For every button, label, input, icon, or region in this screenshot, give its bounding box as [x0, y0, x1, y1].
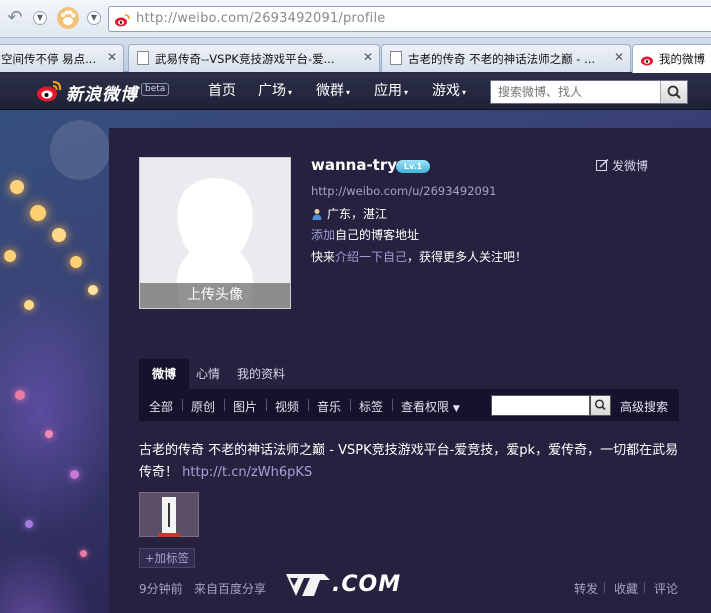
caret-down-icon: ▾: [346, 88, 351, 97]
dropdown-icon[interactable]: ▼: [87, 11, 101, 25]
tab-mood[interactable]: 心情: [189, 359, 227, 389]
post-link[interactable]: http://t.cn/zWh6pKS: [182, 465, 312, 480]
filter-original[interactable]: 原创: [191, 398, 215, 415]
add-tag-button[interactable]: +加标签: [139, 548, 195, 568]
favorite-link[interactable]: 收藏: [614, 580, 638, 597]
intro-post: ，获得更多人关注吧！: [407, 250, 528, 264]
avatar[interactable]: 上传头像: [139, 157, 291, 309]
post-weibo-label: 发微博: [612, 159, 649, 173]
browser-tab-2[interactable]: 武易传奇--VSPK竞技游戏平台-爱... ✕: [128, 44, 380, 72]
vspk-logo-icon: [286, 574, 330, 596]
post-content: 古老的传奇 不老的神话法师之巅 - VSPK竞技游戏平台-爱竞技，爱pk，爱传奇…: [139, 440, 681, 484]
beta-badge: beta: [141, 83, 170, 96]
url-text: http://weibo.com/2693492091/profile: [136, 11, 386, 26]
page-icon: [137, 51, 149, 65]
nav-square[interactable]: 广场 ▾: [258, 73, 292, 109]
upload-avatar-button[interactable]: 上传头像: [140, 283, 290, 308]
nav-home[interactable]: 首页: [208, 73, 236, 109]
caret-down-icon: ▾: [404, 88, 409, 97]
weibo-logo-text[interactable]: 新浪微博: [66, 80, 138, 105]
filter-tags[interactable]: 标签: [359, 398, 383, 415]
post-thumbnail[interactable]: [139, 492, 199, 537]
page-icon: [390, 51, 402, 65]
search-button[interactable]: [660, 81, 687, 103]
watermark-text: .COM: [332, 572, 402, 597]
tab-label: 武易传奇--VSPK竞技游戏平台-爱...: [155, 52, 335, 66]
back-icon[interactable]: ↶: [4, 8, 26, 30]
browser-tab-4[interactable]: 我的微博: [632, 44, 711, 73]
address-bar: ↶ ▼ ▼ http://weibo.com/2693492091/profil…: [0, 0, 711, 38]
filter-search-button[interactable]: [590, 395, 611, 416]
weibo-logo-icon[interactable]: [36, 79, 62, 103]
filter-music[interactable]: 音乐: [317, 398, 341, 415]
back-dropdown-icon[interactable]: ▼: [33, 11, 47, 25]
advanced-search-link[interactable]: 高级搜索: [620, 398, 668, 415]
nav-label: 首页: [208, 83, 236, 99]
search-input[interactable]: [491, 81, 661, 103]
tab-label: 空间传不停 易点...: [1, 52, 97, 66]
browser-tab-3[interactable]: 古老的传奇 不老的神话法师之巅 - ... ✕: [381, 44, 631, 72]
caret-down-icon: ▾: [288, 88, 293, 97]
tab-my-info[interactable]: 我的资料: [229, 359, 293, 389]
weibo-favicon-icon: [115, 14, 130, 27]
caret-down-icon: ▼: [452, 404, 460, 414]
search-icon: [594, 399, 606, 411]
filter-search-input[interactable]: [491, 395, 590, 416]
filter-permission-dropdown[interactable]: 查看权限 ▼: [401, 398, 460, 415]
intro-pre: 快来: [311, 250, 336, 264]
close-icon[interactable]: ✕: [614, 50, 624, 64]
tab-label: 我的微博: [659, 52, 705, 66]
filter-images[interactable]: 图片: [233, 398, 257, 415]
username: wanna-try: [311, 156, 398, 174]
weibo-favicon-icon: [641, 56, 653, 66]
profile-url-link[interactable]: http://weibo.com/u/2693492091: [311, 184, 496, 198]
nav-games[interactable]: 游戏 ▾: [432, 73, 466, 109]
nav-label: 广场: [258, 83, 286, 99]
tab-weibo[interactable]: 微博: [139, 359, 189, 389]
url-field[interactable]: http://weibo.com/2693492091/profile: [108, 6, 711, 32]
filter-all[interactable]: 全部: [149, 398, 173, 415]
blog-address-text: 自己的博客地址: [335, 228, 420, 242]
post-weibo-button[interactable]: 发微博: [596, 157, 648, 174]
filter-permission-label: 查看权限: [401, 400, 450, 414]
intro-prompt: 快来介绍一下自己，获得更多人关注吧！: [311, 248, 527, 265]
intro-link[interactable]: 介绍一下自己: [335, 250, 407, 264]
repost-link[interactable]: 转发: [574, 580, 598, 597]
add-blog-link[interactable]: 添加: [311, 228, 335, 242]
level-badge: Lv.1: [396, 160, 430, 173]
weibo-nav: 新浪微博 beta 首页 广场 ▾ 微群 ▾ 应用 ▾ 游戏 ▾: [0, 73, 711, 110]
filter-bar: 全部 原创 图片 视频 音乐 标签 查看权限 ▼ 高级搜索: [139, 389, 679, 421]
search-icon: [667, 85, 681, 99]
tab-bar: 空间传不停 易点... ✕ 武易传奇--VSPK竞技游戏平台-爱... ✕ 古老…: [0, 38, 711, 73]
nav-groups[interactable]: 微群 ▾: [316, 73, 350, 109]
location-text: 广东，湛江: [327, 207, 388, 221]
nav-label: 游戏: [432, 83, 460, 99]
nav-label: 微群: [316, 83, 344, 99]
comment-link[interactable]: 评论: [654, 580, 678, 597]
baidu-paw-icon[interactable]: [56, 6, 80, 30]
vspk-watermark-logo: .COM: [284, 570, 401, 600]
browser-tab-1[interactable]: 空间传不停 易点... ✕: [0, 44, 124, 72]
tab-label: 古老的传奇 不老的神话法师之巅 - ...: [408, 52, 596, 66]
nav-apps[interactable]: 应用 ▾: [374, 73, 408, 109]
nav-label: 应用: [374, 83, 402, 99]
blog-address: 添加自己的博客地址: [311, 226, 419, 243]
post-source[interactable]: 来自百度分享: [194, 580, 266, 597]
caret-down-icon: ▾: [462, 88, 467, 97]
post-time[interactable]: 9分钟前: [139, 580, 183, 597]
edit-icon: [596, 158, 609, 171]
location: 广东，湛江: [311, 205, 387, 222]
user-icon: [312, 209, 322, 220]
filter-video[interactable]: 视频: [275, 398, 299, 415]
close-icon[interactable]: ✕: [107, 50, 117, 64]
close-icon[interactable]: ✕: [363, 50, 373, 64]
weibo-search: [490, 80, 688, 104]
